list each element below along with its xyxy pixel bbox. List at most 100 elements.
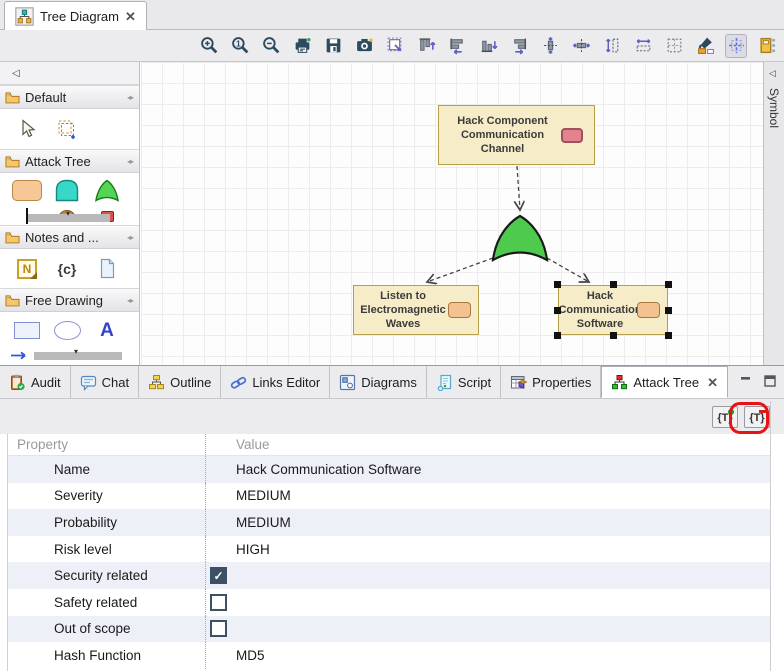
- note-tool[interactable]: N: [12, 259, 42, 279]
- node-listen-to-electromagnetic-waves[interactable]: Listen to Electromagnetic Waves: [353, 285, 479, 335]
- selection-handle[interactable]: [610, 332, 617, 339]
- selection-handle[interactable]: [554, 307, 561, 314]
- connection-tool-icon[interactable]: [10, 351, 30, 360]
- value-cell[interactable]: HIGH: [206, 542, 770, 557]
- attack-node-tool[interactable]: [12, 180, 42, 201]
- tab-properties[interactable]: Properties: [501, 366, 601, 398]
- palette-section-free-drawing[interactable]: Free Drawing ◂▸: [0, 288, 139, 312]
- snap-to-grid-button[interactable]: [725, 34, 747, 58]
- or-gate-tool[interactable]: [92, 179, 122, 202]
- align-bottom-button[interactable]: [477, 34, 499, 58]
- tab-chat[interactable]: Chat: [71, 366, 139, 398]
- security-related-checkbox[interactable]: [210, 567, 227, 584]
- symbol-fill-button[interactable]: [756, 34, 778, 58]
- palette-collapse-button[interactable]: ◁: [12, 68, 20, 79]
- table-row[interactable]: Security related: [8, 562, 770, 589]
- zoom-in-button[interactable]: [198, 34, 220, 58]
- save-button[interactable]: [322, 34, 344, 58]
- tab-tree-diagram[interactable]: Tree Diagram ✕: [4, 1, 147, 30]
- diagram-canvas[interactable]: Hack Component Communication Channel Lis…: [141, 62, 763, 365]
- format-painter-button[interactable]: [694, 34, 716, 58]
- symbol-panel-collapsed[interactable]: ◁ Symbol: [763, 62, 784, 365]
- or-gate-shape[interactable]: [489, 213, 551, 264]
- table-row[interactable]: Out of scope: [8, 616, 770, 643]
- marquee-tool[interactable]: [52, 118, 82, 140]
- add-custom-tag-button[interactable]: {T}: [712, 406, 738, 428]
- edge-root-gate[interactable]: [517, 166, 520, 210]
- selection-handle[interactable]: [665, 332, 672, 339]
- chat-icon: [80, 374, 97, 391]
- constraint-tool[interactable]: {c}: [52, 261, 82, 277]
- palette-drawer-handle[interactable]: [28, 214, 110, 222]
- and-gate-tool[interactable]: [52, 179, 82, 202]
- table-row[interactable]: Safety related: [8, 589, 770, 616]
- safety-related-checkbox[interactable]: [210, 594, 227, 611]
- palette-scrollbar[interactable]: [34, 352, 122, 360]
- print-button[interactable]: [291, 34, 313, 58]
- match-height-button[interactable]: [601, 34, 623, 58]
- pin-icon[interactable]: ◂▸: [127, 233, 133, 242]
- pin-icon[interactable]: ◂▸: [127, 296, 133, 305]
- pin-icon[interactable]: ◂▸: [127, 157, 133, 166]
- editor-tab-close-icon[interactable]: ✕: [125, 10, 136, 23]
- value-cell[interactable]: MEDIUM: [206, 488, 770, 503]
- distribute-vertical-button[interactable]: [539, 34, 561, 58]
- align-right-button[interactable]: [508, 34, 530, 58]
- value-cell[interactable]: Hack Communication Software: [206, 462, 770, 477]
- zoom-original-button[interactable]: 1: [229, 34, 251, 58]
- selection-handle[interactable]: [665, 307, 672, 314]
- edge-gate-right[interactable]: [547, 258, 589, 282]
- distribute-horizontal-button[interactable]: [570, 34, 592, 58]
- table-row[interactable]: Risk level HIGH: [8, 536, 770, 563]
- selection-handle[interactable]: [554, 281, 561, 288]
- node-hack-communication-software[interactable]: Hack Communication Software: [558, 285, 668, 335]
- save-icon: [324, 36, 343, 55]
- tab-close-icon[interactable]: ✕: [707, 376, 718, 389]
- tab-script[interactable]: Script: [427, 366, 501, 398]
- table-row[interactable]: Name Hack Communication Software: [8, 456, 770, 483]
- selection-handle[interactable]: [665, 281, 672, 288]
- table-row[interactable]: Hash Function MD5: [8, 642, 770, 669]
- header-property[interactable]: Property: [8, 434, 206, 455]
- tab-links-editor[interactable]: Links Editor: [221, 366, 330, 398]
- maximize-button[interactable]: [762, 373, 778, 389]
- document-tool[interactable]: [92, 258, 122, 279]
- ellipse-tool[interactable]: [52, 321, 82, 340]
- palette-section-default[interactable]: Default ◂▸: [0, 85, 139, 109]
- print-icon: [293, 36, 312, 55]
- edge-gate-left[interactable]: [427, 258, 493, 282]
- palette-section-notes[interactable]: Notes and ... ◂▸: [0, 225, 139, 249]
- remove-custom-tag-button[interactable]: {T}: [744, 406, 770, 428]
- symbol-collapse-icon[interactable]: ◁: [769, 68, 776, 79]
- selection-handle[interactable]: [554, 332, 561, 339]
- header-value[interactable]: Value: [206, 437, 770, 452]
- text-tool[interactable]: A: [92, 321, 122, 340]
- tab-diagrams[interactable]: Diagrams: [330, 366, 427, 398]
- table-row[interactable]: Probability MEDIUM: [8, 509, 770, 536]
- tab-outline[interactable]: Outline: [139, 366, 221, 398]
- minimize-button[interactable]: [738, 373, 754, 389]
- value-cell[interactable]: MEDIUM: [206, 515, 770, 530]
- layout-grid-button[interactable]: [663, 34, 685, 58]
- screenshot-button[interactable]: [353, 34, 375, 58]
- select-tool[interactable]: [12, 119, 42, 140]
- tab-attack-tree[interactable]: Attack Tree ✕: [601, 366, 728, 398]
- value-cell[interactable]: MD5: [206, 648, 770, 663]
- node-hack-component-communication-channel[interactable]: Hack Component Communication Channel: [438, 105, 595, 165]
- pin-icon[interactable]: ◂▸: [127, 93, 133, 102]
- align-left-button[interactable]: [446, 34, 468, 58]
- property-cell: Risk level: [8, 536, 206, 563]
- fit-selection-button[interactable]: [384, 34, 406, 58]
- property-cell: Out of scope: [8, 616, 206, 643]
- out-of-scope-checkbox[interactable]: [210, 620, 227, 637]
- align-top-button[interactable]: [415, 34, 437, 58]
- selection-handle[interactable]: [610, 281, 617, 288]
- match-width-button[interactable]: [632, 34, 654, 58]
- palette-section-attack-tree[interactable]: Attack Tree ◂▸: [0, 149, 139, 173]
- align-left-icon: [448, 36, 467, 55]
- table-row[interactable]: Severity MEDIUM: [8, 483, 770, 510]
- tab-audit[interactable]: Audit: [0, 366, 71, 398]
- align-bottom-icon: [479, 36, 498, 55]
- rectangle-tool[interactable]: [12, 322, 42, 339]
- zoom-out-button[interactable]: [260, 34, 282, 58]
